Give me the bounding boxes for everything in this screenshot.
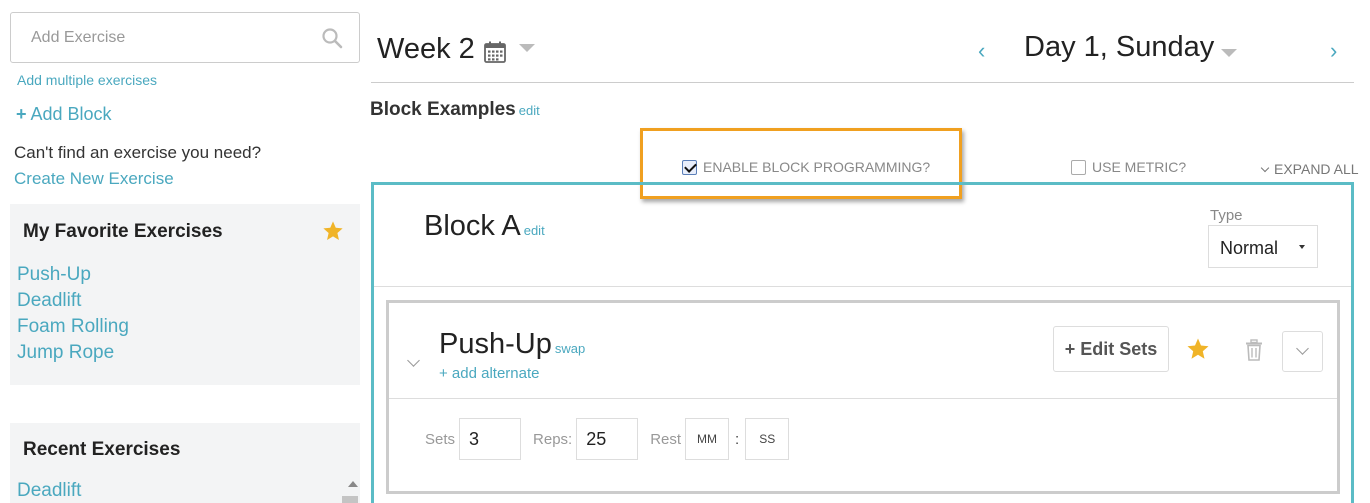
add-block-button[interactable]: + Add Block (16, 104, 112, 125)
scrollbar-thumb[interactable] (342, 496, 358, 503)
rest-label: Rest (650, 430, 682, 448)
favorite-item[interactable]: Deadlift (17, 288, 129, 314)
favorites-title: My Favorite Exercises (23, 221, 223, 242)
expand-all-label: EXPAND ALL (1274, 161, 1359, 177)
cant-find-text: Can't find an exercise you need? (14, 143, 262, 162)
day-title: Day 1, Sunday (1024, 31, 1215, 63)
sidebar: Add multiple exercises +Add Block Can't … (0, 0, 365, 503)
block-type-select[interactable]: Normal (1208, 225, 1318, 268)
scroll-up-arrow[interactable] (348, 481, 358, 487)
set-row: Sets 3 Reps: 25 Rest MM : SS (425, 417, 790, 461)
use-metric-label: USE METRIC? (1092, 159, 1187, 175)
recent-panel: Recent Exercises Deadlift (10, 423, 360, 503)
program-edit-link[interactable]: edit (519, 103, 540, 118)
recent-title: Recent Exercises (23, 439, 181, 460)
block-divider (374, 286, 1351, 287)
exercise-name-text: Push-Up (439, 328, 552, 360)
program-title-text: Block Examples (370, 99, 516, 120)
week-title: Week 2 (377, 33, 475, 65)
favorites-list: Push-Up Deadlift Foam Rolling Jump Rope (17, 262, 129, 366)
exercise-search-box (10, 12, 360, 63)
exercise-card: Push-Up swap + add alternate + Edit Sets … (386, 300, 1340, 494)
calendar-icon[interactable] (483, 40, 507, 64)
search-icon[interactable] (321, 27, 343, 49)
create-new-exercise-link[interactable]: Create New Exercise (14, 169, 174, 189)
header-divider (371, 82, 1354, 83)
swap-exercise-link[interactable]: swap (555, 341, 585, 356)
chevron-down-icon[interactable] (407, 354, 420, 367)
block-type-value: Normal (1220, 238, 1279, 258)
add-exercise-input[interactable] (11, 13, 301, 62)
chevron-down-icon (1296, 342, 1309, 355)
collapse-exercise-button[interactable] (1282, 331, 1323, 372)
add-block-label: Add Block (30, 104, 112, 124)
next-day-button[interactable]: › (1330, 38, 1337, 64)
favorite-item[interactable]: Foam Rolling (17, 314, 129, 340)
dropdown-arrow-icon (1299, 245, 1305, 249)
recent-item[interactable]: Deadlift (17, 478, 81, 503)
exercise-name: Push-Up swap (439, 328, 585, 361)
reps-label: Reps: (533, 430, 573, 448)
program-title: Block Examples edit (370, 99, 540, 121)
block-a-container: Block Aedit Type Normal Push-Up swap + ad… (371, 182, 1354, 503)
use-metric-checkbox[interactable] (1071, 159, 1086, 175)
expand-all-button[interactable]: EXPAND ALL (1260, 161, 1359, 177)
reps-input[interactable]: 25 (576, 418, 639, 460)
favorite-item[interactable]: Jump Rope (17, 340, 129, 366)
sets-input[interactable]: 3 (459, 418, 522, 460)
use-metric-option[interactable]: USE METRIC? (1071, 159, 1186, 175)
type-label: Type (1210, 207, 1243, 224)
exercise-card-divider (389, 398, 1337, 399)
recent-list: Deadlift (17, 478, 81, 503)
sets-label: Sets (425, 430, 456, 448)
block-title: Block Aedit (424, 210, 545, 243)
chevron-down-icon (1260, 163, 1270, 173)
favorite-star-icon[interactable] (1186, 337, 1210, 361)
time-separator: : (735, 430, 740, 448)
edit-sets-button[interactable]: + Edit Sets (1053, 326, 1169, 372)
enable-block-programming-option[interactable]: ENABLE BLOCK PROGRAMMING? (682, 159, 930, 175)
favorite-item[interactable]: Push-Up (17, 262, 129, 288)
week-dropdown-caret[interactable] (519, 44, 535, 52)
favorites-panel: My Favorite Exercises Push-Up Deadlift F… (10, 204, 360, 385)
enable-block-programming-label: ENABLE BLOCK PROGRAMMING? (703, 159, 931, 175)
block-edit-link[interactable]: edit (524, 223, 545, 238)
add-alternate-link[interactable]: + add alternate (439, 365, 540, 382)
star-icon (323, 221, 343, 240)
trash-icon[interactable] (1243, 339, 1265, 361)
enable-block-programming-checkbox[interactable] (682, 159, 697, 175)
rest-minutes-input[interactable]: MM (685, 418, 730, 460)
add-multiple-exercises-link[interactable]: Add multiple exercises (17, 72, 157, 88)
plus-icon: + (16, 104, 27, 124)
prev-day-button[interactable]: ‹ (978, 38, 985, 64)
rest-seconds-input[interactable]: SS (745, 418, 790, 460)
day-dropdown-caret[interactable] (1221, 49, 1237, 57)
block-title-text: Block A (424, 210, 521, 242)
